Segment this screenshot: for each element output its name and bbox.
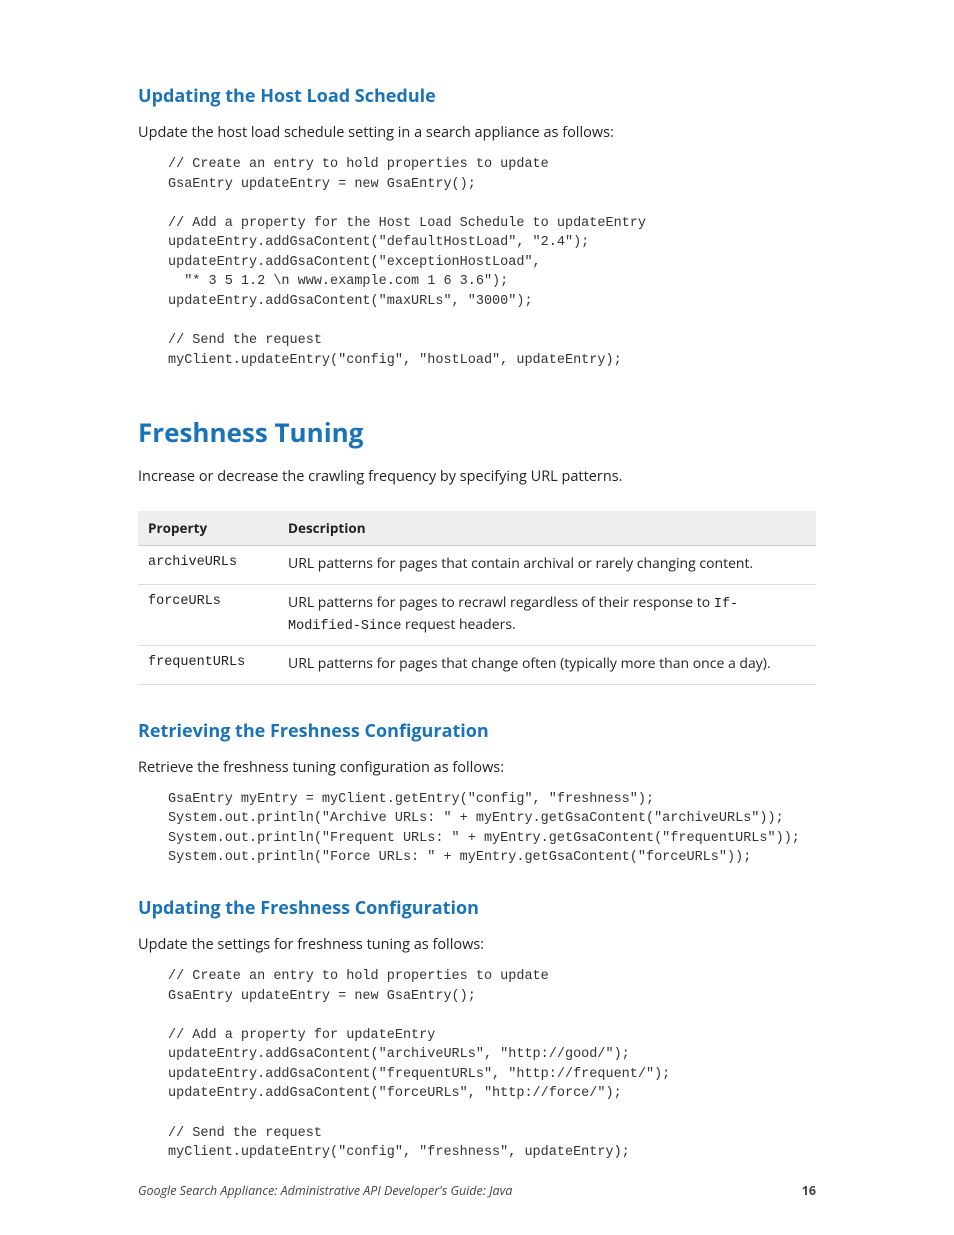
th-description: Description: [278, 511, 816, 546]
code-s3: GsaEntry myEntry = myClient.getEntry("co…: [168, 790, 816, 868]
intro-s3: Retrieve the freshness tuning configurat…: [138, 757, 816, 778]
intro-s4: Update the settings for freshness tuning…: [138, 934, 816, 955]
prop-desc: URL patterns for pages to recrawl regard…: [278, 585, 816, 646]
intro-s1: Update the host load schedule setting in…: [138, 122, 816, 143]
table-row: archiveURLs URL patterns for pages that …: [138, 546, 816, 585]
intro-s2: Increase or decrease the crawling freque…: [138, 466, 816, 487]
prop-desc: URL patterns for pages that contain arch…: [278, 546, 816, 585]
properties-table: Property Description archiveURLs URL pat…: [138, 511, 816, 685]
heading-update-freshness: Updating the Freshness Configuration: [138, 896, 816, 920]
table-row: frequentURLs URL patterns for pages that…: [138, 645, 816, 684]
code-s1: // Create an entry to hold properties to…: [168, 155, 816, 370]
heading-freshness-tuning: Freshness Tuning: [138, 414, 816, 450]
heading-update-host-load: Updating the Host Load Schedule: [138, 84, 816, 108]
footer-title: Google Search Appliance: Administrative …: [138, 1182, 512, 1199]
page-footer: Google Search Appliance: Administrative …: [138, 1182, 816, 1199]
th-property: Property: [138, 511, 278, 546]
prop-desc: URL patterns for pages that change often…: [278, 645, 816, 684]
prop-name: forceURLs: [138, 585, 278, 646]
heading-retrieve-freshness: Retrieving the Freshness Configuration: [138, 719, 816, 743]
code-s4: // Create an entry to hold properties to…: [168, 967, 816, 1163]
prop-name: archiveURLs: [138, 546, 278, 585]
page-number: 16: [802, 1182, 816, 1199]
page-content: Updating the Host Load Schedule Update t…: [0, 0, 954, 1163]
prop-name: frequentURLs: [138, 645, 278, 684]
table-row: forceURLs URL patterns for pages to recr…: [138, 585, 816, 646]
